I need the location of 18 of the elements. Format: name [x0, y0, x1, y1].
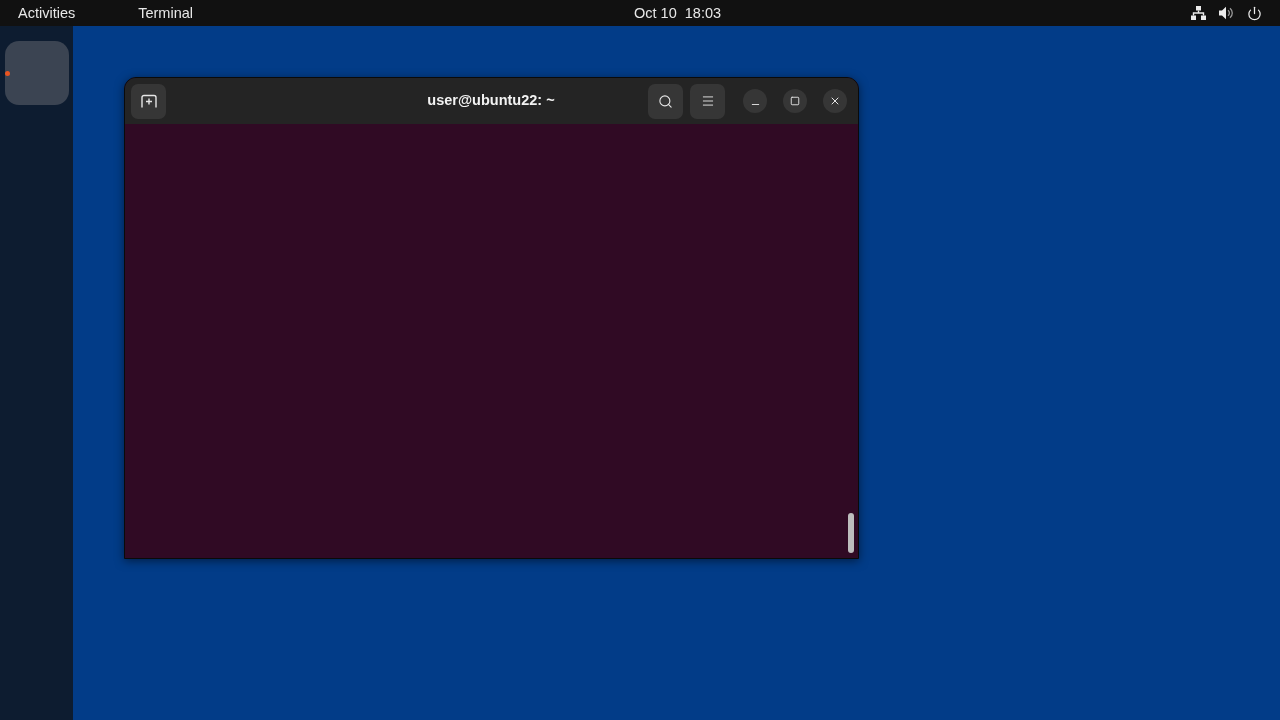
new-tab-button[interactable] [131, 83, 166, 119]
app-menu-button[interactable]: Terminal [131, 0, 200, 26]
close-button[interactable] [823, 89, 847, 113]
power-icon[interactable] [1247, 5, 1262, 21]
activities-button[interactable]: Activities [11, 0, 83, 26]
maximize-icon [790, 96, 800, 106]
search-icon [658, 93, 673, 109]
menu-button[interactable] [690, 83, 725, 119]
maximize-button[interactable] [783, 89, 807, 113]
network-icon[interactable] [1191, 6, 1206, 20]
scrollbar-thumb[interactable] [848, 513, 854, 553]
clock-button[interactable]: Oct 10 18:03 [627, 0, 729, 26]
new-tab-icon [140, 94, 157, 108]
menu-icon [700, 94, 715, 108]
window-title: user@ubuntu22: ~ [427, 91, 555, 111]
volume-icon[interactable] [1219, 6, 1234, 20]
search-button[interactable] [648, 83, 683, 119]
close-icon [829, 95, 841, 107]
